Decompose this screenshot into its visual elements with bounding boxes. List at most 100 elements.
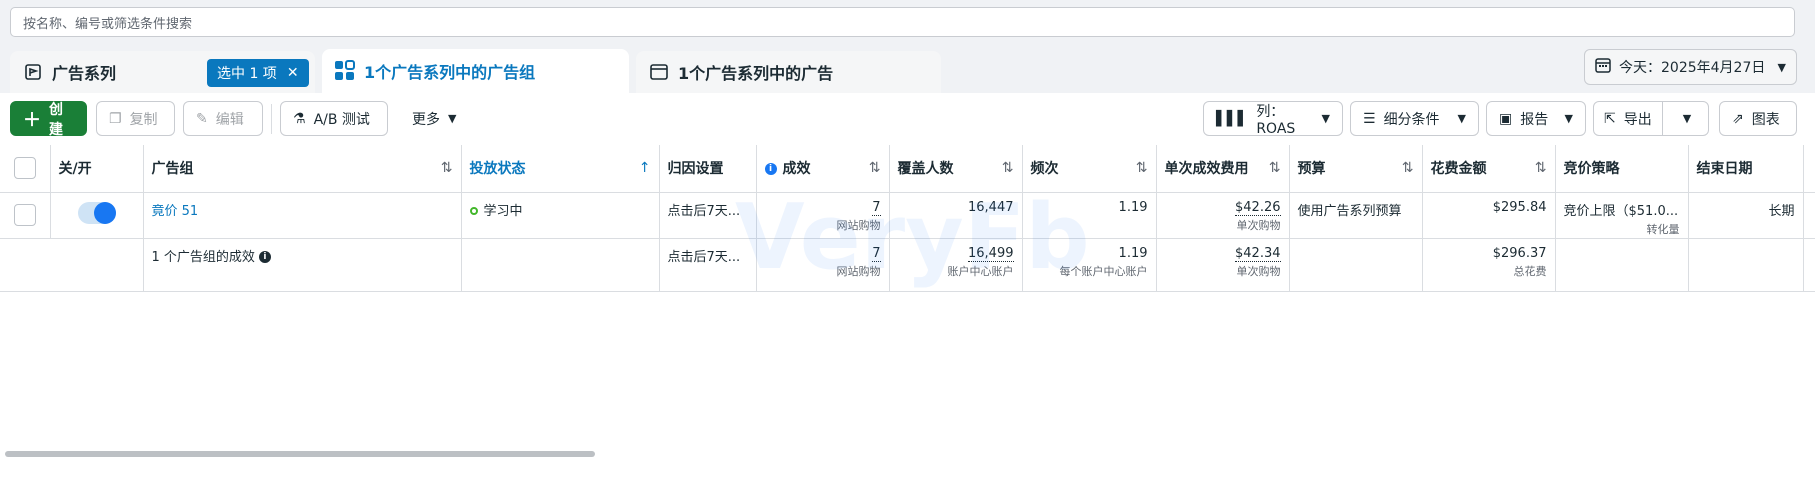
cost-value: $42.26 xyxy=(1235,199,1281,216)
attribution-value: 点击后7天... xyxy=(667,203,741,219)
summary-end-cell xyxy=(1688,238,1804,292)
row-bid-cell: 竞价上限（$51.0... 转化量 xyxy=(1555,192,1689,239)
sort-icon[interactable]: ⇅ xyxy=(1402,160,1414,176)
summary-frequency-sub: 每个账户中心账户 xyxy=(1059,264,1148,278)
header-results[interactable]: i 成效 ⇅ xyxy=(756,145,890,193)
pencil-icon: ✎ xyxy=(196,110,208,127)
ad-icon xyxy=(648,61,670,83)
row-end-cell: 长期 xyxy=(1688,192,1804,239)
sort-icon[interactable]: ⇅ xyxy=(1269,160,1281,176)
header-frequency[interactable]: 频次 ⇅ xyxy=(1022,145,1157,193)
header-attribution[interactable]: 归因设置 xyxy=(659,145,757,193)
selected-badge[interactable]: 选中 1 项 ✕ xyxy=(207,59,309,87)
search-input[interactable]: 按名称、编号或筛选条件搜索 xyxy=(10,7,1795,37)
row-spent-cell: $295.84 xyxy=(1422,192,1556,239)
summary-bid-cell xyxy=(1555,238,1689,292)
sort-icon[interactable]: ⇅ xyxy=(1535,160,1547,176)
sort-icon[interactable]: ⇅ xyxy=(441,160,453,176)
row-cost-cell: $42.26 单次购物 xyxy=(1156,192,1290,239)
summary-attribution: 点击后7天... xyxy=(667,249,741,265)
summary-budget-cell xyxy=(1289,238,1423,292)
sort-icon[interactable]: ⇅ xyxy=(869,160,881,176)
header-onoff-label: 关/开 xyxy=(58,161,92,178)
summary-label: 1 个广告组的成效 xyxy=(151,249,255,265)
chevron-down-icon: ▼ xyxy=(1564,112,1573,125)
onoff-toggle[interactable] xyxy=(77,201,116,224)
columns-button[interactable]: ▌▌▌ 列：ROAS ▼ xyxy=(1203,101,1343,137)
copy-label: 复制 xyxy=(129,111,158,128)
summary-scroll-cell xyxy=(1803,238,1815,292)
copy-button[interactable]: ❐ 复制 xyxy=(96,101,175,136)
row-reach-cell: 16,447 xyxy=(889,192,1023,239)
summary-results-sub: 网站购物 xyxy=(836,264,881,278)
header-reach[interactable]: 覆盖人数 ⇅ xyxy=(889,145,1023,193)
header-budget[interactable]: 预算 ⇅ xyxy=(1289,145,1423,193)
summary-results-cell: 7 网站购物 xyxy=(756,238,890,292)
columns-icon: ▌▌▌ xyxy=(1216,110,1249,127)
tab-adsets-label: 1个广告系列中的广告组 xyxy=(364,63,536,82)
info-icon: i xyxy=(764,163,777,176)
toolbar-divider xyxy=(271,104,272,134)
summary-attribution-cell: 点击后7天... xyxy=(659,238,757,292)
summary-frequency: 1.19 xyxy=(1118,245,1148,261)
header-amount-spent[interactable]: 花费金额 ⇅ xyxy=(1422,145,1556,193)
chevron-down-icon: ▼ xyxy=(1321,112,1330,125)
flag-icon xyxy=(22,61,44,83)
header-adset[interactable]: 广告组 ⇅ xyxy=(143,145,462,193)
header-bid-label: 竞价策略 xyxy=(1563,161,1620,178)
more-button[interactable]: 更多 ▼ xyxy=(400,101,476,136)
chevron-down-icon: ▼ xyxy=(448,112,457,125)
row-checkbox[interactable] xyxy=(13,203,36,226)
bid-sub: 转化量 xyxy=(1646,222,1680,236)
sort-up-icon[interactable]: ↑ xyxy=(639,160,651,176)
select-all-checkbox[interactable] xyxy=(13,157,36,180)
create-button[interactable]: ＋ 创建 xyxy=(10,101,87,138)
tab-ads[interactable]: 1个广告系列中的广告 xyxy=(636,51,941,93)
chevron-down-icon[interactable]: ▼ xyxy=(1671,112,1703,125)
header-frequency-label: 频次 xyxy=(1030,161,1059,178)
learning-status-icon xyxy=(469,207,478,215)
row-attribution-cell: 点击后7天... xyxy=(659,192,757,239)
header-spent-label: 花费金额 xyxy=(1430,161,1487,178)
row-scroll-cell xyxy=(1803,192,1815,239)
date-picker[interactable]: 今天：2025年4月27日 ▼ xyxy=(1584,49,1797,85)
sort-icon[interactable]: ⇅ xyxy=(1136,160,1148,176)
header-budget-label: 预算 xyxy=(1297,161,1326,178)
horizontal-scrollbar[interactable] xyxy=(5,451,595,457)
summary-label-cell: 1 个广告组的成效 i xyxy=(143,238,462,292)
summary-spent-sub: 总花费 xyxy=(1513,264,1547,278)
tab-adsets[interactable]: 1个广告系列中的广告组 xyxy=(322,49,629,93)
budget-value: 使用广告系列预算 xyxy=(1297,203,1402,219)
header-delivery[interactable]: 投放状态 ↑ xyxy=(461,145,660,193)
header-onoff: 关/开 xyxy=(50,145,144,193)
delivery-status: 学习中 xyxy=(483,203,523,219)
summary-reach-cell: 16,499 账户中心账户 xyxy=(889,238,1023,292)
export-button[interactable]: ⇱ 导出 ▼ xyxy=(1593,101,1709,136)
info-icon[interactable]: i xyxy=(258,251,271,263)
header-end-date[interactable]: 结束日期 xyxy=(1688,145,1804,193)
header-select[interactable] xyxy=(0,145,51,193)
edit-label: 编辑 xyxy=(215,111,244,128)
charts-button[interactable]: ⇗ 图表 xyxy=(1719,101,1797,136)
chart-icon: ⇗ xyxy=(1732,110,1744,127)
header-scroll xyxy=(1803,145,1815,193)
table-row[interactable]: 竟价 51 学习中 点击后7天... 7 网站购物 16,447 1.19 $42… xyxy=(0,192,1815,239)
row-select[interactable] xyxy=(0,192,51,239)
reports-button[interactable]: ▣ 报告 ▼ xyxy=(1486,101,1586,136)
adset-name-link[interactable]: 竟价 51 xyxy=(152,204,199,219)
ab-test-button[interactable]: ⚗ A/B 测试 xyxy=(280,101,388,136)
adset-table: 关/开 广告组 ⇅ 投放状态 ↑ 归因设置 i 成效 ⇅ 覆盖人数 ⇅ 频次 ⇅ 单次成效费… xyxy=(0,145,1815,490)
sort-icon[interactable]: ⇅ xyxy=(1002,160,1014,176)
report-icon: ▣ xyxy=(1499,110,1513,127)
row-frequency-cell: 1.19 xyxy=(1022,192,1157,239)
header-bid-strategy[interactable]: 竞价策略 xyxy=(1555,145,1689,193)
charts-label: 图表 xyxy=(1751,111,1780,128)
export-main[interactable]: ⇱ 导出 xyxy=(1594,102,1663,135)
close-icon[interactable]: ✕ xyxy=(287,65,299,81)
edit-button[interactable]: ✎ 编辑 xyxy=(183,101,263,136)
header-cost-per-result[interactable]: 单次成效费用 ⇅ xyxy=(1156,145,1290,193)
summary-delivery-cell xyxy=(461,238,660,292)
header-reach-label: 覆盖人数 xyxy=(897,161,954,178)
summary-row: 1 个广告组的成效 i 点击后7天... 7 网站购物 16,499 账户中心账户 1… xyxy=(0,238,1815,292)
breakdown-button[interactable]: ☰ 细分条件 ▼ xyxy=(1350,101,1479,136)
